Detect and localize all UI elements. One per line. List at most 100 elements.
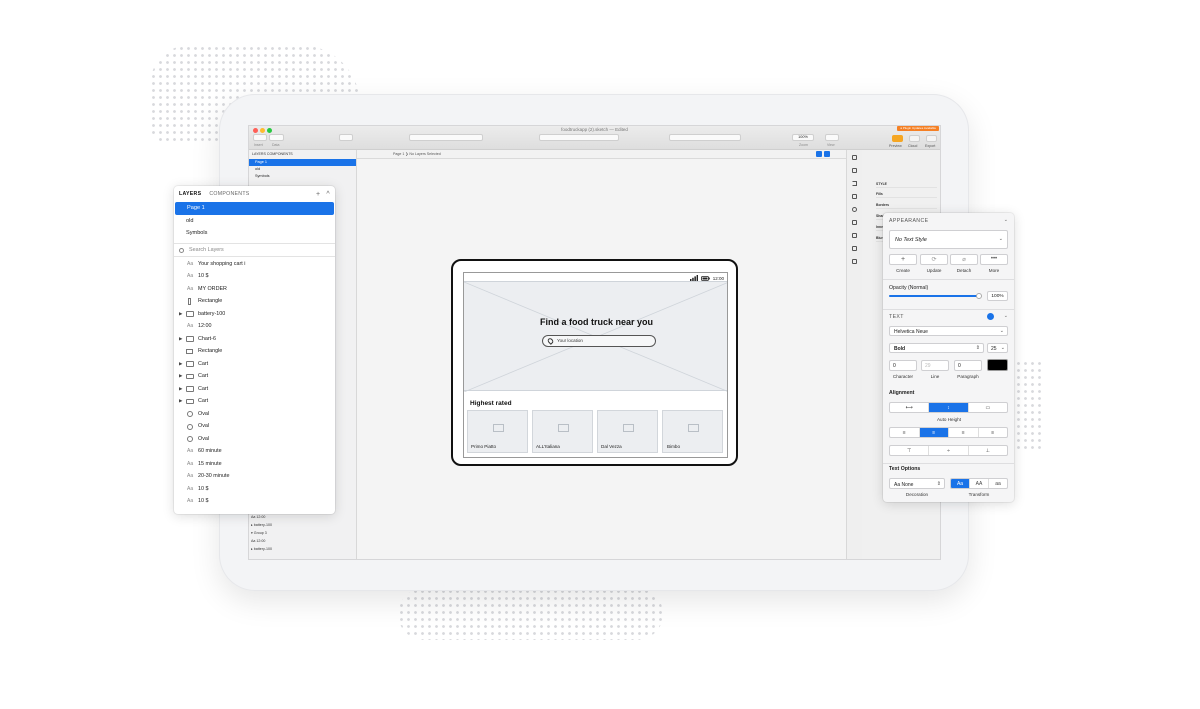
layer-row[interactable]: Oval bbox=[174, 433, 335, 446]
view-button[interactable] bbox=[825, 134, 839, 141]
window-layer-row[interactable]: Aa 12:00 bbox=[251, 539, 272, 547]
preview-button[interactable] bbox=[892, 135, 903, 142]
layer-row[interactable]: Oval bbox=[174, 420, 335, 433]
grid-icon[interactable] bbox=[852, 233, 857, 238]
line-height-input[interactable]: 29 bbox=[921, 360, 949, 371]
layer-row[interactable]: ▶ Cart bbox=[174, 395, 335, 408]
restaurant-card[interactable]: Dal Vezza bbox=[597, 410, 658, 453]
opacity-input[interactable]: 100% bbox=[987, 291, 1008, 301]
disclosure-arrow-icon[interactable]: ▶ bbox=[179, 308, 182, 321]
cloud-button[interactable] bbox=[909, 135, 920, 142]
transform-lowercase-option[interactable]: aa bbox=[989, 479, 1007, 488]
align-left-option[interactable]: ≡ bbox=[890, 428, 920, 437]
align-center-option[interactable]: ≡ bbox=[919, 428, 949, 437]
window-layer-row[interactable]: ▸ battery-100 bbox=[251, 523, 272, 531]
export-icon[interactable] bbox=[852, 168, 857, 173]
layer-row[interactable]: Rectangle bbox=[174, 295, 335, 308]
breadcrumb[interactable]: Page 1 ❯ No Layers Selected bbox=[393, 152, 441, 156]
settings-icon[interactable] bbox=[852, 207, 857, 212]
font-size-select[interactable]: 25 ⌄ bbox=[987, 343, 1008, 353]
edit-buttons[interactable] bbox=[539, 134, 619, 141]
chevron-down-icon[interactable]: ⌄ bbox=[1004, 217, 1008, 223]
inspector-row[interactable]: STYLE bbox=[876, 180, 937, 188]
align-right-option[interactable]: ≡ bbox=[949, 428, 979, 437]
layout-icon[interactable] bbox=[852, 220, 857, 225]
align-top-option[interactable]: ⊤ bbox=[890, 446, 930, 455]
page-item[interactable]: Page 1 bbox=[175, 202, 334, 215]
align-bottom-option[interactable]: ⊥ bbox=[969, 446, 1007, 455]
window-page-item[interactable]: Page 1 bbox=[249, 159, 356, 166]
search-layers-input[interactable]: Search Layers bbox=[174, 242, 335, 257]
layer-row[interactable]: Aa MY ORDER bbox=[174, 283, 335, 296]
layer-row[interactable]: ▶ battery-100 bbox=[174, 308, 335, 321]
auto-width-option[interactable]: ⟷ bbox=[890, 403, 930, 412]
layer-row[interactable]: ▶ Cart bbox=[174, 358, 335, 371]
auto-height-option[interactable]: ↕ bbox=[929, 403, 969, 412]
prototype-icon[interactable] bbox=[852, 259, 857, 264]
create-style-button[interactable]: + bbox=[889, 254, 917, 265]
window-layers-tabs[interactable]: LAYERS COMPONENTS bbox=[249, 150, 356, 159]
restaurant-card[interactable]: Bimbo bbox=[662, 410, 723, 453]
page-item[interactable]: Symbols bbox=[174, 227, 335, 240]
window-layer-row[interactable]: ▾ Group 3 bbox=[251, 531, 272, 539]
opacity-slider-handle[interactable] bbox=[976, 292, 982, 299]
text-style-dropdown[interactable]: No Text Style ⌄ bbox=[889, 230, 1008, 249]
inspector-row[interactable]: Borders bbox=[876, 201, 937, 209]
layer-row[interactable]: Aa 10 $ bbox=[174, 483, 335, 496]
layer-row[interactable]: ▶ Chart-6 bbox=[174, 333, 335, 346]
page-item[interactable]: old bbox=[174, 215, 335, 228]
restaurant-card[interactable]: ALL'Italiana bbox=[532, 410, 593, 453]
paragraph-spacing-input[interactable]: 0 bbox=[954, 360, 982, 371]
restaurant-card[interactable]: Primo Piatto bbox=[467, 410, 528, 453]
align-justify-option[interactable]: ≡ bbox=[979, 428, 1008, 437]
insert-button[interactable] bbox=[253, 134, 267, 141]
transform-none-option[interactable]: Aa bbox=[951, 479, 970, 488]
window-page-item[interactable]: Symbols bbox=[249, 173, 356, 180]
layer-row[interactable]: Rectangle bbox=[174, 345, 335, 358]
window-page-item[interactable]: old bbox=[249, 166, 356, 173]
layer-row[interactable]: Aa Your shopping cart i bbox=[174, 258, 335, 271]
opacity-label[interactable]: Opacity (Normal) bbox=[889, 285, 928, 291]
tablet-wireframe[interactable]: 12:00 Find a food truck near you Your lo… bbox=[451, 259, 738, 466]
fixed-size-option[interactable]: ▭ bbox=[969, 403, 1007, 412]
font-weight-select[interactable]: Bold ⇕ bbox=[889, 343, 984, 353]
detach-style-button[interactable]: ⌀ bbox=[950, 254, 978, 265]
layer-row[interactable]: Oval bbox=[174, 408, 335, 421]
window-layer-row[interactable]: Aa 12:00 bbox=[251, 515, 272, 523]
create-symbol-button[interactable] bbox=[339, 134, 353, 141]
plugin-icon[interactable] bbox=[852, 194, 857, 199]
layer-row[interactable]: Aa 60 minute bbox=[174, 445, 335, 458]
plugin-updates-badge[interactable]: ● Plugin Updates Available bbox=[897, 126, 939, 131]
notification-badge[interactable] bbox=[824, 151, 830, 157]
notification-badge[interactable] bbox=[816, 151, 822, 157]
add-page-icon[interactable]: + bbox=[316, 191, 320, 198]
disclosure-arrow-icon[interactable]: ▶ bbox=[179, 370, 182, 383]
disclosure-arrow-icon[interactable]: ▶ bbox=[179, 395, 182, 408]
layer-row[interactable]: Aa 12:00 bbox=[174, 320, 335, 333]
character-spacing-input[interactable]: 0 bbox=[889, 360, 917, 371]
disclosure-arrow-icon[interactable]: ▶ bbox=[179, 383, 182, 396]
tab-components[interactable]: COMPONENTS bbox=[209, 191, 249, 197]
arrange-buttons[interactable] bbox=[409, 134, 483, 141]
collapse-icon[interactable]: ^ bbox=[326, 191, 330, 198]
inspect-icon[interactable] bbox=[852, 155, 857, 160]
transform-control[interactable]: Aa AA aa bbox=[950, 478, 1008, 489]
disclosure-arrow-icon[interactable]: ▶ bbox=[179, 358, 182, 371]
location-search-input[interactable]: Your location bbox=[542, 335, 656, 347]
zoom-control[interactable]: 100% bbox=[792, 134, 814, 141]
export-button[interactable] bbox=[926, 135, 937, 142]
layer-row[interactable]: ▶ Cart bbox=[174, 370, 335, 383]
layer-row[interactable]: Aa 10 $ bbox=[174, 495, 335, 508]
font-family-select[interactable]: Helvetica Neue ⌄ bbox=[889, 326, 1008, 336]
symbol-icon[interactable] bbox=[852, 246, 857, 251]
disclosure-arrow-icon[interactable]: ▶ bbox=[179, 333, 182, 346]
more-options-button[interactable]: ••• bbox=[980, 254, 1008, 265]
opacity-slider[interactable] bbox=[889, 292, 982, 299]
chevron-down-icon[interactable]: ⌄ bbox=[1004, 313, 1008, 319]
tab-layers[interactable]: LAYERS bbox=[179, 191, 201, 197]
layer-row[interactable]: ▶ Cart bbox=[174, 383, 335, 396]
decoration-select[interactable]: Aa None ⇕ bbox=[889, 478, 945, 489]
horizontal-alignment-control[interactable]: ≡ ≡ ≡ ≡ bbox=[889, 427, 1008, 438]
data-button[interactable] bbox=[269, 134, 284, 141]
play-icon[interactable] bbox=[852, 181, 857, 186]
